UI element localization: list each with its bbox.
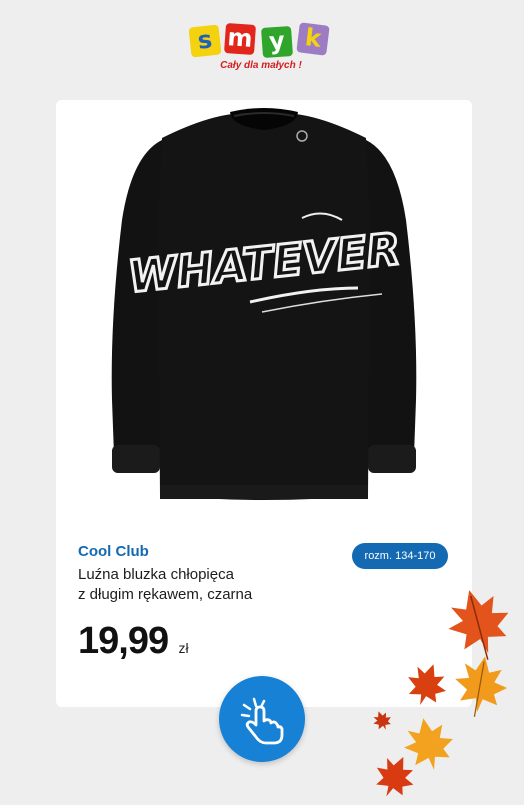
maple-leaf-icon: [455, 656, 508, 717]
logo-letter-m: m: [226, 22, 254, 53]
logo-tiles: s m y k: [188, 22, 332, 59]
logo-tile-s: s: [188, 24, 222, 58]
tap-hand-icon: [240, 697, 284, 745]
maple-leaf-icon: [376, 756, 414, 797]
tap-button[interactable]: [219, 676, 305, 762]
logo-letter-y: y: [268, 25, 286, 56]
product-price: 19,99: [78, 620, 169, 662]
smyk-logo: s m y k Cały dla małych !: [188, 22, 332, 76]
logo-letter-k: k: [303, 22, 323, 53]
product-name-line-2: z długim rękawem, czarna: [78, 586, 253, 603]
price-row: 19,99 zł: [78, 620, 189, 663]
product-image: WHATEVER: [111, 108, 417, 500]
price-currency: zł: [178, 640, 189, 656]
maple-leaf-icon: [448, 590, 509, 660]
autumn-leaves-decoration: [360, 585, 524, 800]
logo-tile-m: m: [223, 22, 257, 56]
product-name[interactable]: Luźna bluzka chłopięca z długim rękawem,…: [78, 565, 338, 605]
logo-letter-s: s: [196, 24, 214, 55]
size-badge: rozm. 134-170: [352, 543, 448, 569]
logo-tagline: Cały dla małych !: [220, 60, 302, 71]
maple-leaf-icon: [404, 718, 453, 770]
logo-tile-k: k: [296, 22, 330, 56]
product-brand[interactable]: Cool Club: [78, 543, 149, 560]
maple-leaf-icon: [373, 711, 391, 730]
logo-tile-y: y: [260, 25, 294, 59]
maple-leaf-icon: [408, 664, 446, 705]
product-name-line-1: Luźna bluzka chłopięca: [78, 566, 234, 583]
